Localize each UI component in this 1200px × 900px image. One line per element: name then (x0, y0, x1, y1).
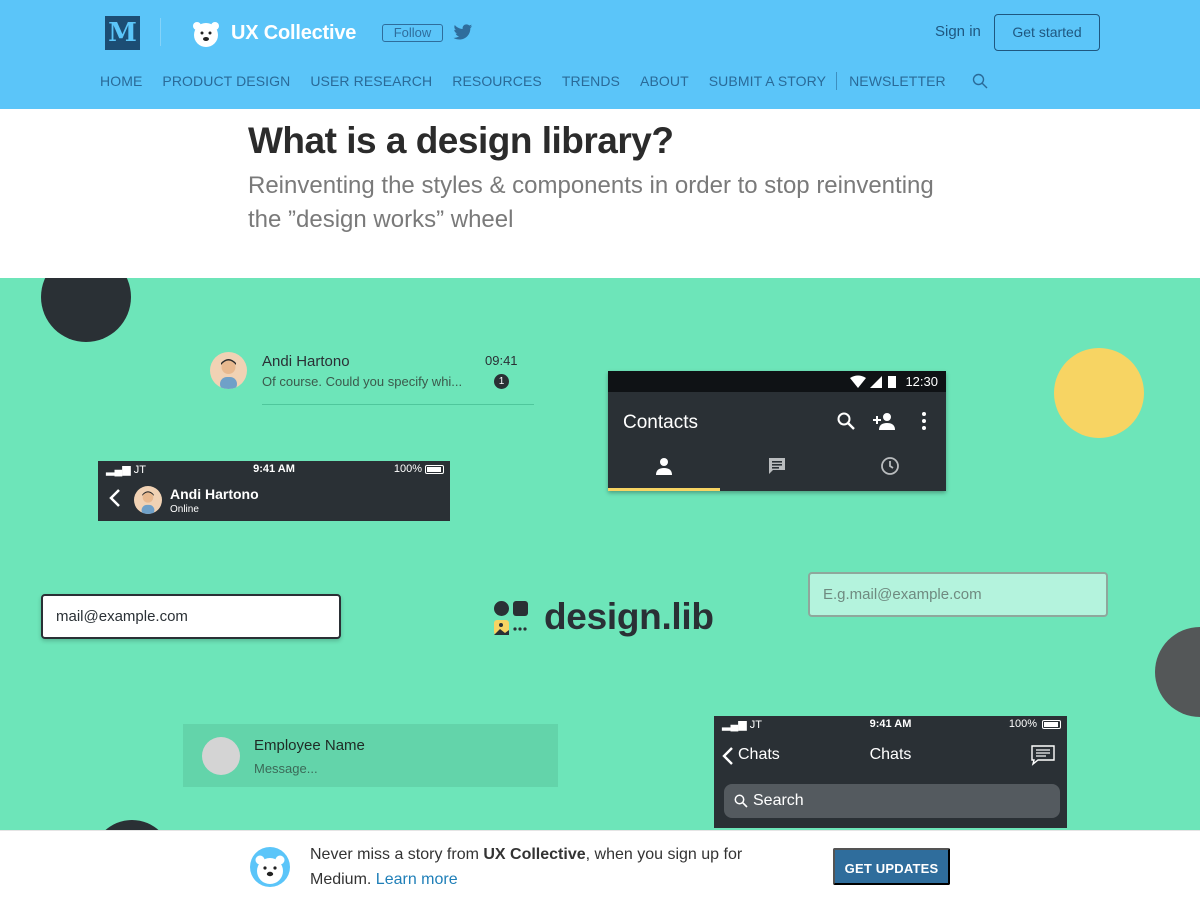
decor-circle-yellow (1054, 348, 1144, 438)
decor-circle-gray (1155, 627, 1200, 717)
get-updates-button[interactable]: GET UPDATES (833, 848, 950, 885)
follow-button[interactable]: Follow (382, 24, 443, 42)
tab-contacts[interactable] (608, 447, 720, 491)
nav-submit-story[interactable]: SUBMIT A STORY (709, 73, 826, 89)
site-header: M UX Collective Follow Sign in Get start… (0, 0, 1200, 109)
contact-name: Andi Hartono (170, 486, 259, 502)
ios-chats-header: ▂▄▆ JT 9:41 AM 100% Chats Chats Search (714, 716, 1067, 828)
nav-about[interactable]: ABOUT (640, 73, 689, 89)
nav-title: Chats (869, 746, 912, 763)
get-started-button[interactable]: Get started (994, 14, 1100, 51)
active-tab-indicator (608, 488, 720, 491)
more-vertical-icon[interactable] (920, 411, 928, 431)
avatar (210, 352, 247, 389)
nav-newsletter[interactable]: NEWSLETTER (849, 73, 946, 89)
nav-product-design[interactable]: PRODUCT DESIGN (162, 73, 290, 89)
search-placeholder: Search (753, 792, 804, 809)
search-input[interactable]: Search (724, 784, 1060, 818)
message-icon (769, 458, 785, 474)
ios-status-bar: ▂▄▆ JT 9:41 AM 100% (98, 461, 450, 477)
nav-resources[interactable]: RESOURCES (452, 73, 542, 89)
battery-percent: 100% (393, 463, 422, 475)
publication-name[interactable]: UX Collective (231, 22, 356, 45)
search-icon (734, 794, 748, 808)
unread-badge: 1 (494, 374, 509, 389)
tab-messages[interactable] (721, 447, 833, 491)
battery-icon (1042, 720, 1061, 729)
medium-icon[interactable]: M (105, 16, 140, 50)
main-nav: HOME PRODUCT DESIGN USER RESEARCH RESOUR… (100, 72, 988, 90)
ios-chat-header: ▂▄▆ JT 9:41 AM 100% Andi Hartono Online (98, 461, 450, 521)
battery-icon (425, 465, 444, 474)
chat-divider (262, 404, 534, 405)
nav-trends[interactable]: TRENDS (562, 73, 620, 89)
brand-name: design.lib (544, 596, 714, 637)
signin-link[interactable]: Sign in (935, 23, 981, 40)
avatar (134, 486, 162, 514)
compose-icon[interactable] (1030, 744, 1056, 766)
chat-time: 09:41 (485, 353, 518, 368)
search-icon[interactable] (972, 73, 988, 89)
app-bar-title: Contacts (623, 412, 698, 433)
article-title: What is a design library? (248, 120, 674, 161)
learn-more-link[interactable]: Learn more (376, 871, 458, 888)
battery-percent: 100% (1008, 718, 1037, 730)
design-lib-logo-icon (494, 601, 528, 635)
employee-message: Message... (254, 761, 318, 776)
android-app-bar: 12:30 Contacts (608, 371, 946, 491)
header-divider (160, 18, 161, 46)
signal-battery-icon (850, 375, 896, 388)
employee-list-item: Employee Name Message... (183, 724, 558, 787)
polar-bear-icon (250, 847, 290, 887)
nav-divider (836, 72, 838, 90)
status-time: 12:30 (905, 374, 938, 389)
decor-circle-dark (41, 278, 131, 342)
hero-illustration: Andi Hartono 09:41 Of course. Could you … (0, 278, 1200, 830)
nav-home[interactable]: HOME (100, 73, 142, 89)
signup-banner: Never miss a story from UX Collective, w… (0, 830, 1200, 900)
clock-icon (881, 457, 899, 475)
twitter-icon[interactable] (453, 24, 473, 41)
online-status: Online (170, 504, 199, 515)
avatar (202, 737, 240, 775)
email-field[interactable]: mail@example.com (41, 594, 341, 639)
email-field-placeholder[interactable]: E.g.mail@example.com (808, 572, 1108, 617)
chevron-left-icon[interactable] (108, 487, 122, 509)
android-status-bar: 12:30 (608, 371, 946, 392)
chat-message-preview: Of course. Could you specify whi... (262, 374, 463, 389)
polar-bear-icon[interactable] (190, 18, 222, 50)
employee-name: Employee Name (254, 737, 365, 754)
article-subtitle: Reinventing the styles & components in o… (248, 172, 934, 233)
banner-publication: UX Collective (483, 846, 586, 863)
tab-recent[interactable] (834, 447, 946, 491)
decor-circle-dark-bottom (92, 820, 172, 830)
banner-message: Never miss a story from UX Collective, w… (310, 846, 743, 888)
chat-contact-name: Andi Hartono (262, 353, 350, 370)
add-person-icon[interactable] (872, 411, 896, 431)
nav-user-research[interactable]: USER RESEARCH (310, 73, 432, 89)
person-icon (656, 458, 672, 475)
search-icon[interactable] (836, 411, 856, 431)
